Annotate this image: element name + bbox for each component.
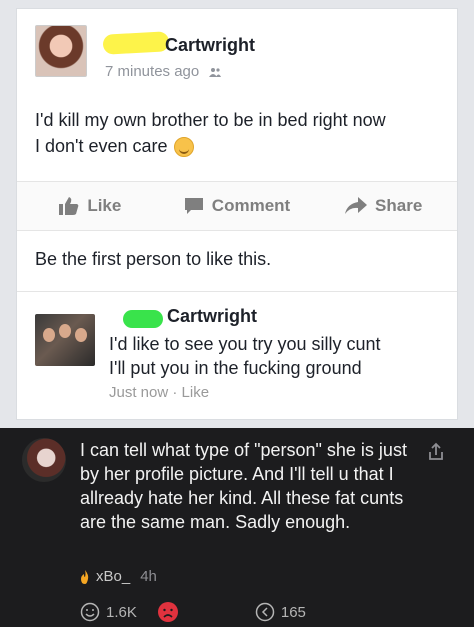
thumbs-up-icon (59, 197, 79, 215)
likes-summary: Be the first person to like this. (35, 249, 272, 269)
post-header: Cartwright 7 minutes ago (35, 25, 435, 87)
reply-icon (255, 602, 275, 622)
reactions-bar: 1.6K 165 (80, 600, 380, 624)
post-text-line2-wrap: I don't even care (35, 133, 445, 159)
comment-text-line1: I'd like to see you try you silly cunt (109, 334, 381, 354)
reply-count: 165 (280, 603, 306, 621)
post-author-name[interactable]: Cartwright (165, 35, 255, 56)
comment-avatar-face (59, 324, 71, 338)
post-text-line1: I'd kill my own brother to be in bed rig… (35, 110, 386, 130)
reply-comment: I can tell what type of "person" she is … (0, 428, 474, 627)
comment-author-name[interactable]: Cartwright (167, 306, 257, 327)
like-button[interactable]: Like (17, 196, 164, 216)
post-text: I'd kill my own brother to be in bed rig… (35, 107, 445, 159)
sad-face-icon (157, 602, 178, 622)
flame-icon (81, 569, 89, 584)
smiling-emoji-icon (173, 137, 194, 158)
reply-author[interactable]: xBo_ (96, 568, 130, 585)
action-bar: Like Comment Share (17, 181, 457, 231)
comment-avatar[interactable] (35, 314, 95, 366)
smile-reaction-button[interactable]: 1.6K (80, 602, 137, 622)
comment-avatar-face (75, 328, 87, 342)
share-button[interactable]: Share (310, 196, 457, 216)
sad-reaction-button[interactable] (157, 601, 185, 623)
share-icon[interactable] (426, 442, 446, 462)
comment-label: Comment (211, 196, 291, 215)
reply-time: 4h (140, 568, 157, 585)
comment-text: I'd like to see you try you silly cunt I… (109, 332, 449, 380)
comment-button[interactable]: Comment (164, 196, 311, 216)
comment-time: Just now (109, 384, 169, 401)
meta-separator: · (172, 384, 178, 401)
reply-text: I can tell what type of "person" she is … (80, 440, 407, 532)
share-label: Share (375, 196, 423, 215)
reply-button[interactable]: 165 (255, 602, 306, 622)
comment-avatar-face (43, 328, 55, 342)
comment-meta: Just now · Like (109, 384, 209, 401)
reply-author-line: xBo_ 4h (80, 568, 157, 585)
reply-avatar[interactable] (22, 438, 66, 482)
name-censor-mark (102, 31, 170, 55)
post-text-line2: I don't even care (35, 136, 168, 156)
comment-item: Cartwright I'd like to see you try you s… (17, 291, 457, 419)
post-card: Cartwright 7 minutes ago I'd kill my own… (16, 8, 458, 420)
comment-bubble-icon (184, 198, 203, 214)
comment-like-link[interactable]: Like (182, 384, 210, 401)
friends-icon (209, 68, 222, 78)
avatar[interactable] (35, 25, 87, 77)
smile-count: 1.6K (106, 603, 137, 621)
comment-name-censor-mark (123, 310, 163, 328)
comment-text-line2: I'll put you in the fucking ground (109, 358, 362, 378)
facebook-screenshot: Cartwright 7 minutes ago I'd kill my own… (0, 0, 474, 428)
like-label: Like (87, 196, 122, 215)
post-meta: 7 minutes ago (105, 63, 222, 80)
share-arrow-icon (345, 197, 368, 214)
smile-icon (80, 602, 100, 622)
post-time[interactable]: 7 minutes ago (105, 63, 199, 80)
